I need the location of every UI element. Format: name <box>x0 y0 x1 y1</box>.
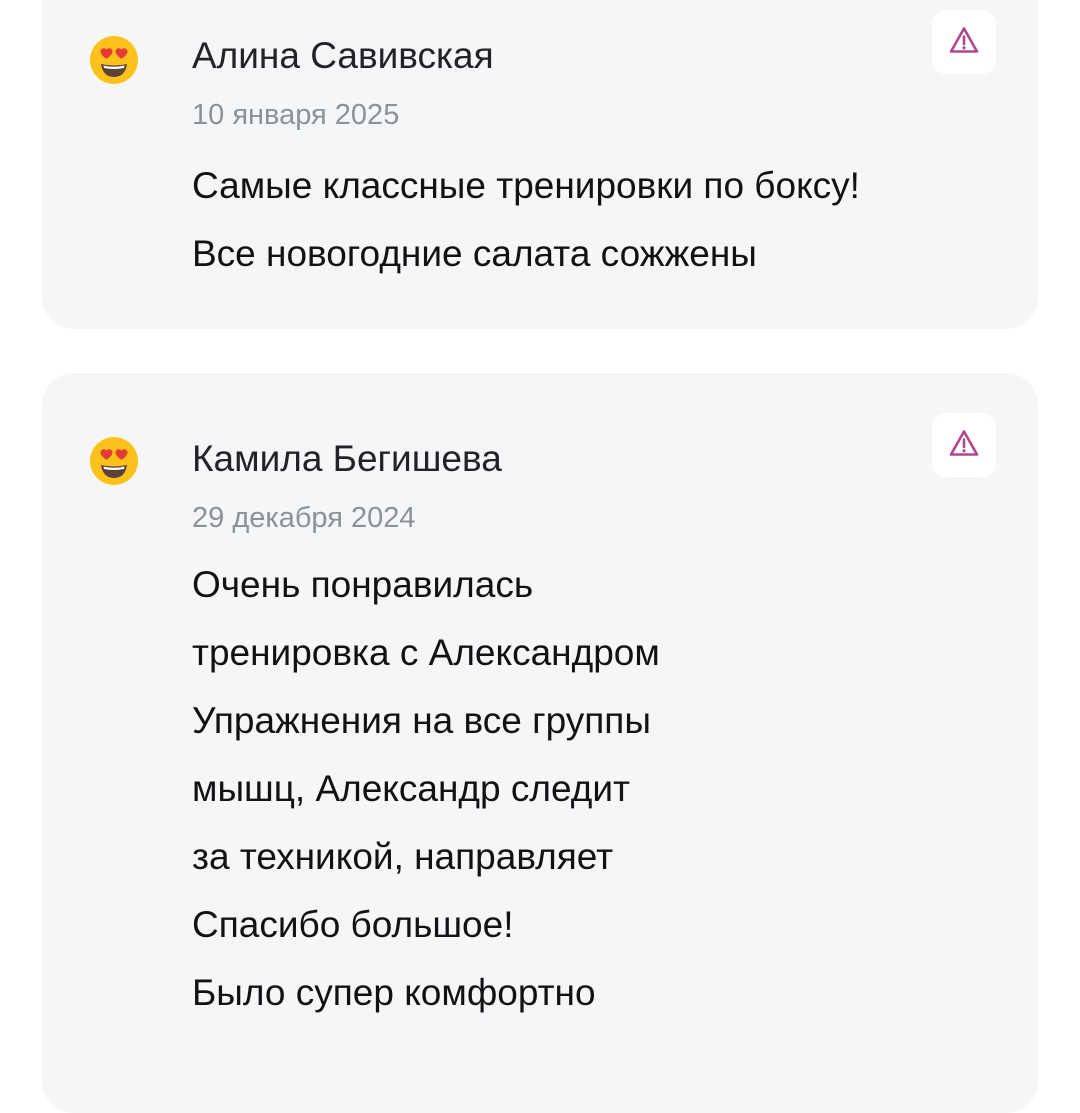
review-text-line: Было супер комфортно <box>192 972 596 1013</box>
review-text-line: Упражнения на все группы <box>192 700 651 741</box>
review-text-line: за техникой, направляет <box>192 836 614 877</box>
review-text-line: тренировка с Александром <box>192 632 660 673</box>
warning-triangle-icon <box>949 26 979 59</box>
review-card: Алина Савивская 10 января 2025 Самые кла… <box>42 0 1038 329</box>
smiling-face-with-heart-eyes-icon <box>88 34 140 86</box>
review-author-name: Камила Бегишева <box>192 438 502 479</box>
review-text: Самые классные тренировки по боксу! Все … <box>192 164 860 300</box>
review-text: Очень понравилась тренировка с Александр… <box>192 563 660 1039</box>
smiling-face-with-heart-eyes-icon <box>88 435 140 487</box>
warning-triangle-icon <box>949 429 979 462</box>
review-author-name: Алина Савивская <box>192 35 494 76</box>
report-review-button[interactable] <box>932 413 996 477</box>
review-text-line: Очень понравилась <box>192 564 534 605</box>
review-date: 29 декабря 2024 <box>192 502 416 534</box>
report-review-button[interactable] <box>932 10 996 74</box>
review-text-line: Спасибо большое! <box>192 904 514 945</box>
review-text-line: Все новогодние салата сожжены <box>192 233 757 274</box>
review-text-line: мышц, Александр следит <box>192 768 630 809</box>
review-card: Камила Бегишева 29 декабря 2024 Очень по… <box>42 373 1038 1113</box>
review-date: 10 января 2025 <box>192 99 400 131</box>
review-text-line: Самые классные тренировки по боксу! <box>192 165 860 206</box>
